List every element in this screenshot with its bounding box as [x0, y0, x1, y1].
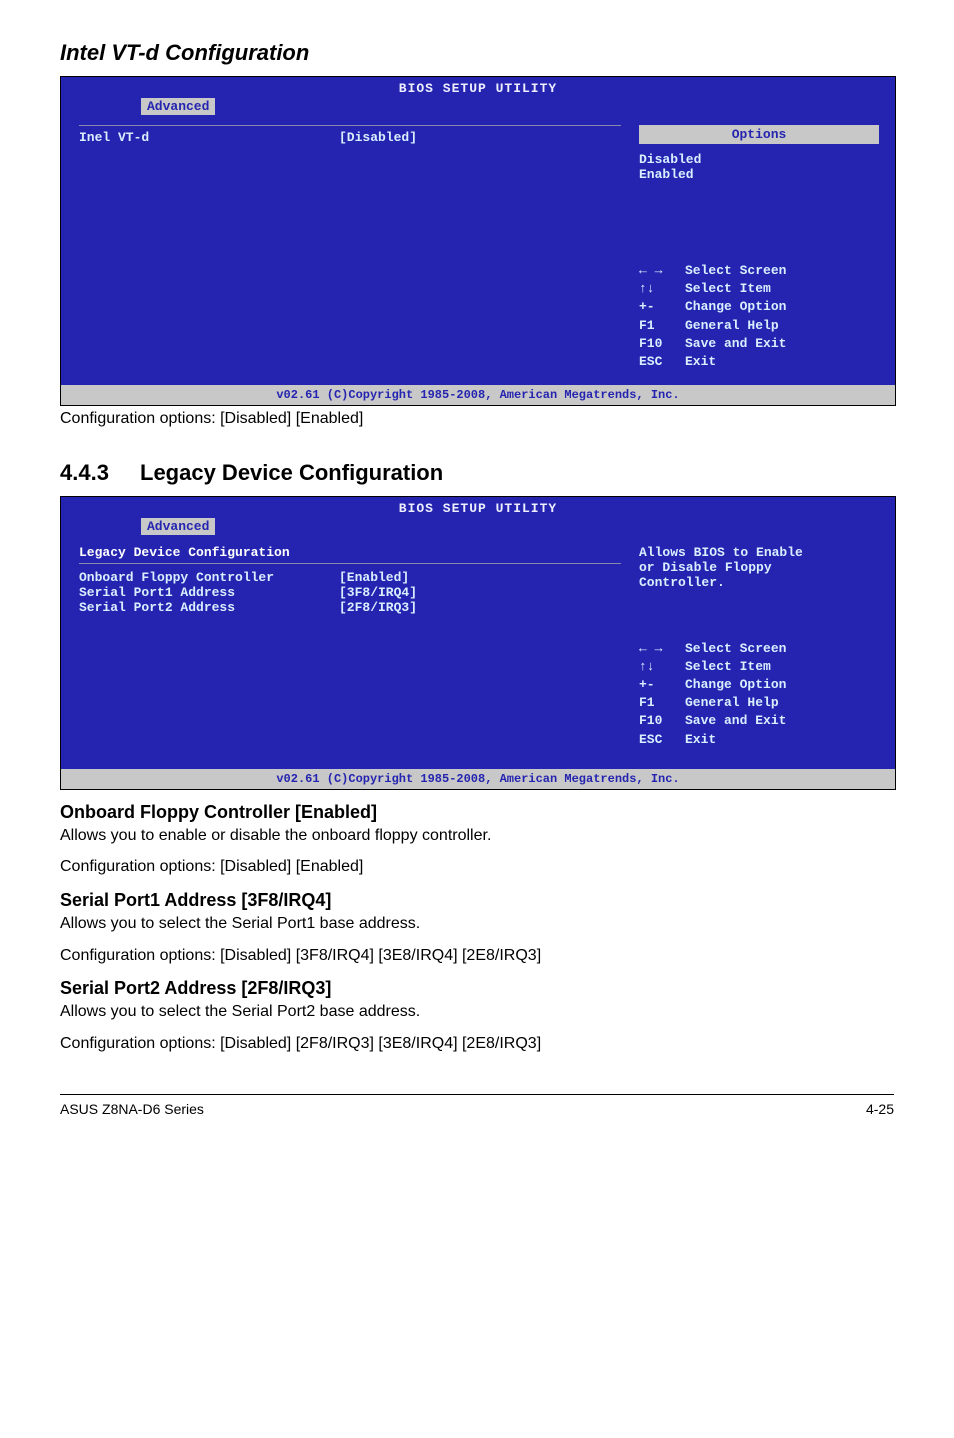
- key-esc-desc: Exit: [685, 353, 716, 371]
- legacy-heading: Legacy Device Configuration: [79, 545, 621, 564]
- key-plusminus-desc: Change Option: [685, 298, 786, 316]
- footer-right: 4-25: [866, 1101, 894, 1117]
- key-f1-desc: General Help: [685, 694, 779, 712]
- help-line-1: Allows BIOS to Enable: [639, 545, 879, 560]
- serial-port2-desc: Allows you to select the Serial Port2 ba…: [60, 1001, 894, 1023]
- page-footer: ASUS Z8NA-D6 Series 4-25: [60, 1094, 894, 1117]
- key-plusminus-desc: Change Option: [685, 676, 786, 694]
- key-esc: ESC: [639, 353, 685, 371]
- key-esc: ESC: [639, 731, 685, 749]
- vtd-item-value: [Disabled]: [339, 130, 417, 145]
- key-updown: ↑↓: [639, 280, 685, 298]
- key-f1-desc: General Help: [685, 317, 779, 335]
- floppy-value: [Enabled]: [339, 570, 409, 585]
- key-f10: F10: [639, 712, 685, 730]
- serial-port2-heading: Serial Port2 Address [2F8/IRQ3]: [60, 978, 894, 999]
- onboard-floppy-heading: Onboard Floppy Controller [Enabled]: [60, 802, 894, 823]
- options-title: Options: [639, 125, 879, 144]
- serial1-label: Serial Port1 Address: [79, 585, 339, 600]
- serial1-value: [3F8/IRQ4]: [339, 585, 417, 600]
- section-4-4-3-heading: 4.4.3Legacy Device Configuration: [60, 460, 894, 486]
- bios-left-panel: Inel VT-d [Disabled]: [69, 119, 631, 377]
- key-f10-desc: Save and Exit: [685, 335, 786, 353]
- key-updown-desc: Select Item: [685, 658, 771, 676]
- key-plusminus: +-: [639, 676, 685, 694]
- option-enabled: Enabled: [639, 167, 879, 182]
- serial-port1-desc: Allows you to select the Serial Port1 ba…: [60, 913, 894, 935]
- section-number: 4.4.3: [60, 460, 140, 486]
- key-arrows-desc: Select Screen: [685, 262, 786, 280]
- serial-port2-opts: Configuration options: [Disabled] [2F8/I…: [60, 1033, 894, 1055]
- help-line-2: or Disable Floppy: [639, 560, 879, 575]
- help-line-3: Controller.: [639, 575, 879, 590]
- key-plusminus: +-: [639, 298, 685, 316]
- section-text: Legacy Device Configuration: [140, 460, 443, 485]
- floppy-label: Onboard Floppy Controller: [79, 570, 339, 585]
- key-f1: F1: [639, 694, 685, 712]
- serial-port1-heading: Serial Port1 Address [3F8/IRQ4]: [60, 890, 894, 911]
- onboard-floppy-opts: Configuration options: [Disabled] [Enabl…: [60, 856, 894, 878]
- bios-copyright: v02.61 (C)Copyright 1985-2008, American …: [61, 769, 895, 789]
- key-arrows: ← →: [639, 262, 685, 280]
- serial2-label: Serial Port2 Address: [79, 600, 339, 615]
- serial-port1-opts: Configuration options: [Disabled] [3F8/I…: [60, 945, 894, 967]
- vtd-item-label: Inel VT-d: [79, 130, 339, 145]
- footer-left: ASUS Z8NA-D6 Series: [60, 1101, 204, 1117]
- intel-vtd-heading: Intel VT-d Configuration: [60, 40, 894, 66]
- bios-right-panel: Allows BIOS to Enable or Disable Floppy …: [631, 539, 887, 761]
- bios-header: BIOS SETUP UTILITY: [61, 77, 895, 98]
- key-updown: ↑↓: [639, 658, 685, 676]
- bios-left-panel: Legacy Device Configuration Onboard Flop…: [69, 539, 631, 761]
- key-arrows: ← →: [639, 640, 685, 658]
- bios-copyright: v02.61 (C)Copyright 1985-2008, American …: [61, 385, 895, 405]
- key-esc-desc: Exit: [685, 731, 716, 749]
- key-arrows-desc: Select Screen: [685, 640, 786, 658]
- key-f10-desc: Save and Exit: [685, 712, 786, 730]
- bios-screen-vtd: BIOS SETUP UTILITY Advanced Inel VT-d [D…: [60, 76, 896, 406]
- key-updown-desc: Select Item: [685, 280, 771, 298]
- bios-tab-advanced: Advanced: [141, 518, 215, 535]
- onboard-floppy-desc: Allows you to enable or disable the onbo…: [60, 825, 894, 847]
- bios-header: BIOS SETUP UTILITY: [61, 497, 895, 518]
- bios-right-panel: Options Disabled Enabled ← →Select Scree…: [631, 119, 887, 377]
- key-f10: F10: [639, 335, 685, 353]
- bios-screen-legacy: BIOS SETUP UTILITY Advanced Legacy Devic…: [60, 496, 896, 790]
- option-disabled: Disabled: [639, 152, 879, 167]
- key-f1: F1: [639, 317, 685, 335]
- vtd-config-options: Configuration options: [Disabled] [Enabl…: [60, 408, 894, 430]
- bios-tab-advanced: Advanced: [141, 98, 215, 115]
- serial2-value: [2F8/IRQ3]: [339, 600, 417, 615]
